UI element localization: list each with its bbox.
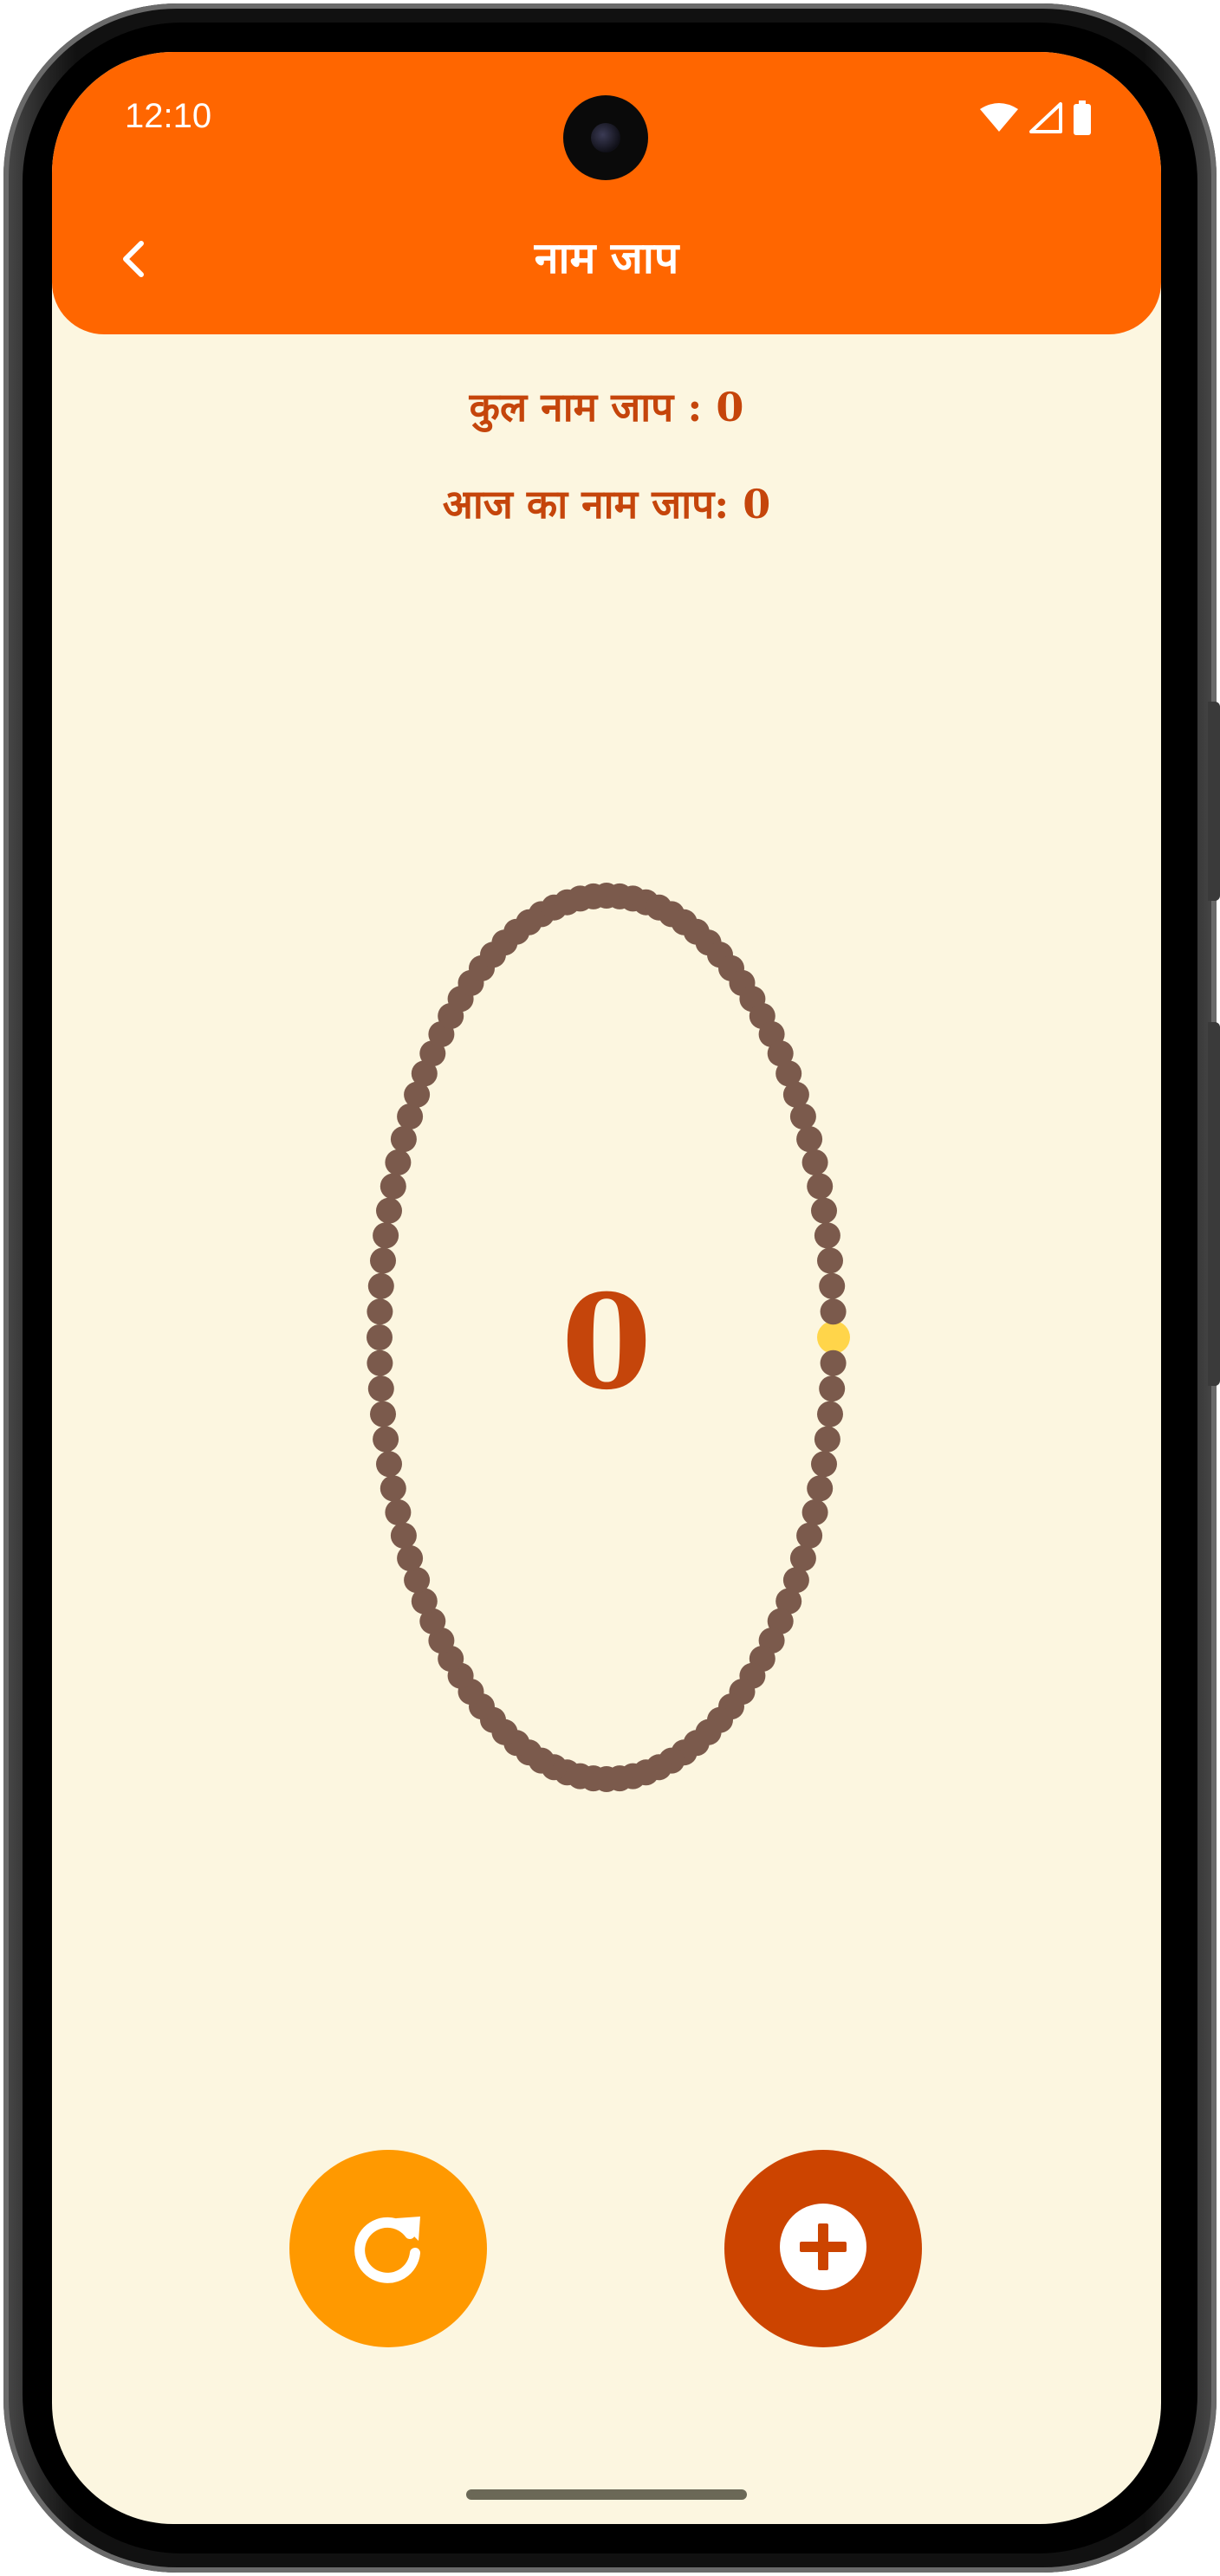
mala-bead	[380, 1173, 406, 1200]
mala-bead	[367, 1375, 394, 1402]
mala-bead	[397, 1545, 424, 1571]
mala-bead	[811, 1197, 837, 1224]
mala-bead	[817, 1247, 843, 1274]
current-bead	[817, 1321, 850, 1354]
app-screen: 12:10 नाम जाप कुल नाम जाप: 0 आज का नाम …	[52, 52, 1161, 2524]
mala-bead	[820, 1349, 847, 1376]
power-button	[1208, 1022, 1220, 1386]
mala-bead	[380, 1475, 406, 1502]
phone-device: 12:10 नाम जाप कुल नाम जाप: 0 आज का नाम …	[0, 0, 1220, 2576]
mala-bead	[801, 1499, 828, 1525]
mala-bead	[367, 1349, 393, 1376]
refresh-icon	[341, 2199, 436, 2298]
jaap-counter: 0	[561, 1266, 652, 1419]
mala-bead	[367, 1298, 393, 1325]
mala-bead	[789, 1104, 816, 1129]
mala-bead	[390, 1126, 417, 1153]
mala-bead	[796, 1522, 823, 1549]
mala-bead	[376, 1197, 402, 1224]
mala-bead	[376, 1451, 402, 1478]
mala-bead	[370, 1401, 396, 1427]
add-jaap-button[interactable]	[724, 2150, 922, 2347]
mala-bead	[807, 1173, 834, 1200]
mala-bead	[796, 1126, 823, 1153]
mala-bead	[373, 1222, 399, 1249]
mala-bead	[367, 1272, 394, 1299]
mala-bead	[373, 1426, 399, 1453]
home-indicator[interactable]	[466, 2489, 747, 2500]
mala-bead	[367, 1324, 393, 1350]
mala-bead	[811, 1451, 837, 1478]
mala-bead	[819, 1272, 846, 1299]
mala-bead	[801, 1149, 828, 1175]
mala-bead	[817, 1401, 843, 1427]
mala-bead	[814, 1426, 840, 1453]
volume-button	[1208, 702, 1220, 901]
mala-bead	[814, 1222, 840, 1249]
mala-bead	[807, 1475, 834, 1502]
mala-bead	[820, 1298, 847, 1325]
mala-bead	[385, 1149, 412, 1175]
mala-bead	[385, 1499, 412, 1525]
reset-button[interactable]	[289, 2150, 487, 2347]
mala-bead	[390, 1522, 417, 1549]
mala-bead	[370, 1247, 396, 1274]
plus-circle-icon	[775, 2199, 871, 2298]
mala-bead	[819, 1375, 846, 1402]
